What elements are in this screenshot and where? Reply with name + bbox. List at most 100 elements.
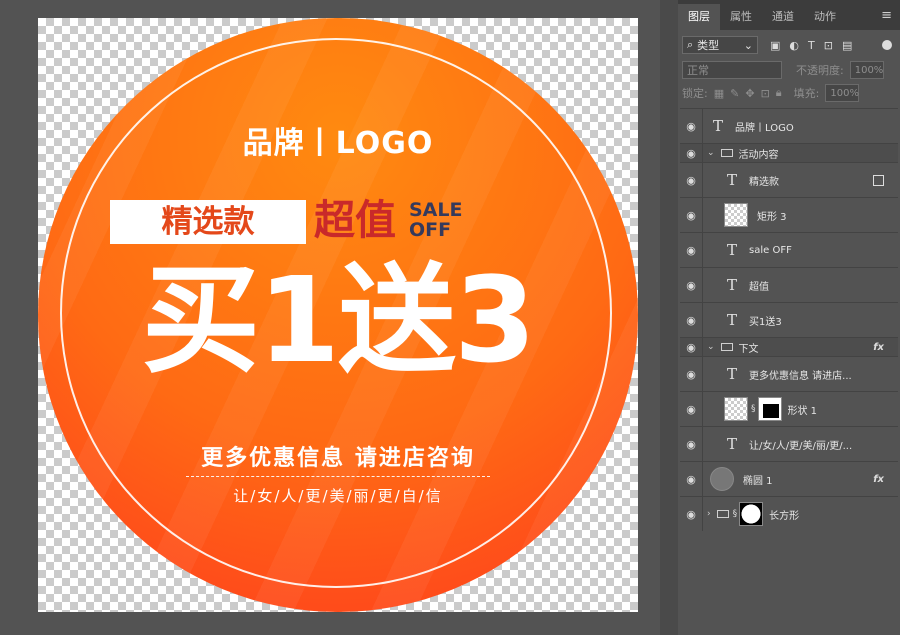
fx-icon[interactable]: fx bbox=[873, 474, 884, 485]
great-value-text: 超值 bbox=[314, 196, 396, 244]
chain-link-icon[interactable]: § bbox=[733, 509, 738, 519]
shape-filter-icon[interactable]: ⊡ bbox=[824, 39, 833, 52]
layer-group-row[interactable]: ◉ ⌄ 下文 fx bbox=[680, 337, 898, 356]
layer-row[interactable]: ◉ T 买1送3 bbox=[680, 302, 898, 337]
slogan-text: 让/女/人/更/美/丽/更/自/信 bbox=[233, 487, 443, 505]
adjustment-filter-icon[interactable]: ◐ bbox=[789, 39, 799, 52]
pixel-filter-icon[interactable]: ▣ bbox=[770, 39, 780, 52]
chevron-right-icon[interactable]: › bbox=[707, 509, 711, 519]
promo-circle: 品牌丨LOGO 精选款 超值 SALE OFF 买1送3 更多优惠信息 请进店咨… bbox=[38, 18, 638, 612]
layer-row[interactable]: ◉ 椭圆 1 fx bbox=[680, 461, 898, 496]
folder-icon bbox=[720, 343, 733, 351]
layer-name: 让/女/人/更/美/丽/更/... bbox=[749, 440, 853, 452]
layer-name: 更多优惠信息 请进店... bbox=[749, 370, 852, 382]
sale-off-text: SALE OFF bbox=[409, 200, 462, 240]
layer-name: 买1送3 bbox=[749, 316, 782, 328]
artboard-icon[interactable]: ⊡ bbox=[761, 87, 770, 100]
smart-object-filter-icon[interactable]: ▤ bbox=[842, 39, 852, 52]
featured-tag: 精选款 bbox=[110, 200, 306, 244]
layers-panel: 图层 属性 通道 动作 ≡ ⌕ 类型 ⌄ ▣ ◐ T ⊡ ▤ 正常 不透明度: … bbox=[678, 0, 900, 635]
blend-mode-select[interactable]: 正常 bbox=[682, 61, 782, 79]
text-layer-icon: T bbox=[712, 117, 723, 135]
layer-row[interactable]: ◉ › § 长方形 bbox=[680, 496, 898, 531]
off-word: OFF bbox=[409, 219, 452, 241]
fx-icon[interactable]: fx bbox=[873, 342, 884, 353]
link-icon bbox=[873, 174, 884, 186]
eye-icon[interactable]: ◉ bbox=[680, 341, 702, 354]
lock-all-icon[interactable]: 🔒︎ bbox=[776, 86, 782, 100]
lock-label: 锁定: bbox=[682, 87, 708, 100]
headline-text: 买1送3 bbox=[141, 251, 536, 389]
opacity-input[interactable]: 100% bbox=[849, 61, 884, 79]
eye-icon[interactable]: ◉ bbox=[680, 314, 702, 327]
layer-name: 下文 bbox=[738, 343, 759, 355]
tab-properties[interactable]: 属性 bbox=[720, 4, 762, 30]
tab-layers[interactable]: 图层 bbox=[678, 4, 720, 30]
layer-name: 活动内容 bbox=[738, 149, 779, 161]
layer-row[interactable]: ◉ T 精选款 bbox=[680, 162, 898, 197]
filter-row: ⌕ 类型 ⌄ ▣ ◐ T ⊡ ▤ bbox=[682, 34, 896, 56]
chevron-down-icon[interactable]: ⌄ bbox=[707, 148, 715, 158]
layer-name: 椭圆 1 bbox=[743, 475, 773, 487]
layer-row[interactable]: ◉ T 更多优惠信息 请进店... bbox=[680, 356, 898, 391]
eye-icon[interactable]: ◉ bbox=[680, 244, 702, 257]
text-filter-icon[interactable]: T bbox=[808, 39, 815, 52]
layer-mask-thumbnail bbox=[739, 502, 764, 526]
text-layer-icon: T bbox=[726, 311, 737, 329]
layer-row[interactable]: ◉ T sale OFF bbox=[680, 232, 898, 267]
tab-actions[interactable]: 动作 bbox=[804, 4, 846, 30]
eye-icon[interactable]: ◉ bbox=[680, 473, 702, 486]
panel-divider bbox=[660, 0, 678, 635]
eye-icon[interactable]: ◉ bbox=[680, 403, 702, 416]
layer-thumbnail bbox=[724, 397, 748, 421]
lock-transparent-icon[interactable]: ▦ bbox=[714, 87, 724, 100]
more-info-text: 更多优惠信息 请进店咨询 bbox=[201, 446, 475, 471]
eye-icon[interactable]: ◉ bbox=[680, 209, 702, 222]
chain-link-icon[interactable]: § bbox=[751, 404, 756, 414]
sale-word: SALE bbox=[409, 199, 463, 221]
text-layer-icon: T bbox=[726, 241, 737, 259]
layer-name: 品牌丨LOGO bbox=[735, 122, 794, 134]
layer-row[interactable]: ◉ T 品牌丨LOGO bbox=[680, 108, 898, 143]
layer-row[interactable]: ◉ T 让/女/人/更/美/丽/更/... bbox=[680, 426, 898, 461]
layer-row[interactable]: ◉ T 超值 bbox=[680, 267, 898, 302]
lock-pixels-icon[interactable]: ✎ bbox=[730, 87, 739, 100]
tab-channels[interactable]: 通道 bbox=[762, 4, 804, 30]
layer-thumbnail bbox=[710, 467, 734, 491]
dashed-divider bbox=[186, 476, 490, 477]
layer-group-row[interactable]: ◉ ⌄ 活动内容 bbox=[680, 143, 898, 162]
blend-mode-value: 正常 bbox=[687, 64, 709, 77]
eye-icon[interactable]: ◉ bbox=[680, 120, 702, 133]
panel-menu-icon[interactable]: ≡ bbox=[881, 8, 892, 23]
layer-name: sale OFF bbox=[749, 244, 792, 256]
layer-name: 长方形 bbox=[769, 510, 800, 522]
eye-icon[interactable]: ◉ bbox=[680, 147, 702, 160]
lock-row: 锁定: ▦ ✎ ✥ ⊡ 🔒︎ 填充: 100% bbox=[682, 84, 896, 102]
layer-row[interactable]: ◉ 矩形 3 bbox=[680, 197, 898, 232]
eye-icon[interactable]: ◉ bbox=[680, 174, 702, 187]
eye-icon[interactable]: ◉ bbox=[680, 279, 702, 292]
eye-icon[interactable]: ◉ bbox=[680, 438, 702, 451]
filter-type-select[interactable]: ⌕ 类型 ⌄ bbox=[682, 36, 758, 54]
chevron-down-icon: ⌄ bbox=[743, 38, 753, 52]
chevron-down-icon[interactable]: ⌄ bbox=[707, 342, 715, 352]
layer-name: 超值 bbox=[749, 281, 769, 293]
eye-icon[interactable]: ◉ bbox=[680, 508, 702, 521]
layer-mask-thumbnail bbox=[757, 397, 782, 421]
folder-icon bbox=[716, 510, 729, 518]
layer-list: ◉ T 品牌丨LOGO ◉ ⌄ 活动内容 ◉ T 精选款 ◉ 矩形 3 ◉ T bbox=[680, 108, 898, 531]
eye-icon[interactable]: ◉ bbox=[680, 368, 702, 381]
opacity-label: 不透明度: bbox=[796, 64, 844, 77]
layer-row[interactable]: ◉ § 形状 1 bbox=[680, 391, 898, 426]
document-canvas[interactable]: 品牌丨LOGO 精选款 超值 SALE OFF 买1送3 更多优惠信息 请进店咨… bbox=[38, 18, 638, 612]
text-layer-icon: T bbox=[726, 276, 737, 294]
lock-position-icon[interactable]: ✥ bbox=[745, 87, 754, 100]
layer-name: 矩形 3 bbox=[757, 211, 787, 223]
folder-icon bbox=[720, 149, 733, 157]
text-layer-icon: T bbox=[726, 171, 737, 189]
filter-toggle[interactable] bbox=[882, 40, 892, 50]
filter-icons: ▣ ◐ T ⊡ ▤ bbox=[770, 39, 852, 52]
layer-thumbnail bbox=[724, 203, 748, 227]
fill-input[interactable]: 100% bbox=[825, 84, 860, 102]
text-layer-icon: T bbox=[726, 365, 737, 383]
